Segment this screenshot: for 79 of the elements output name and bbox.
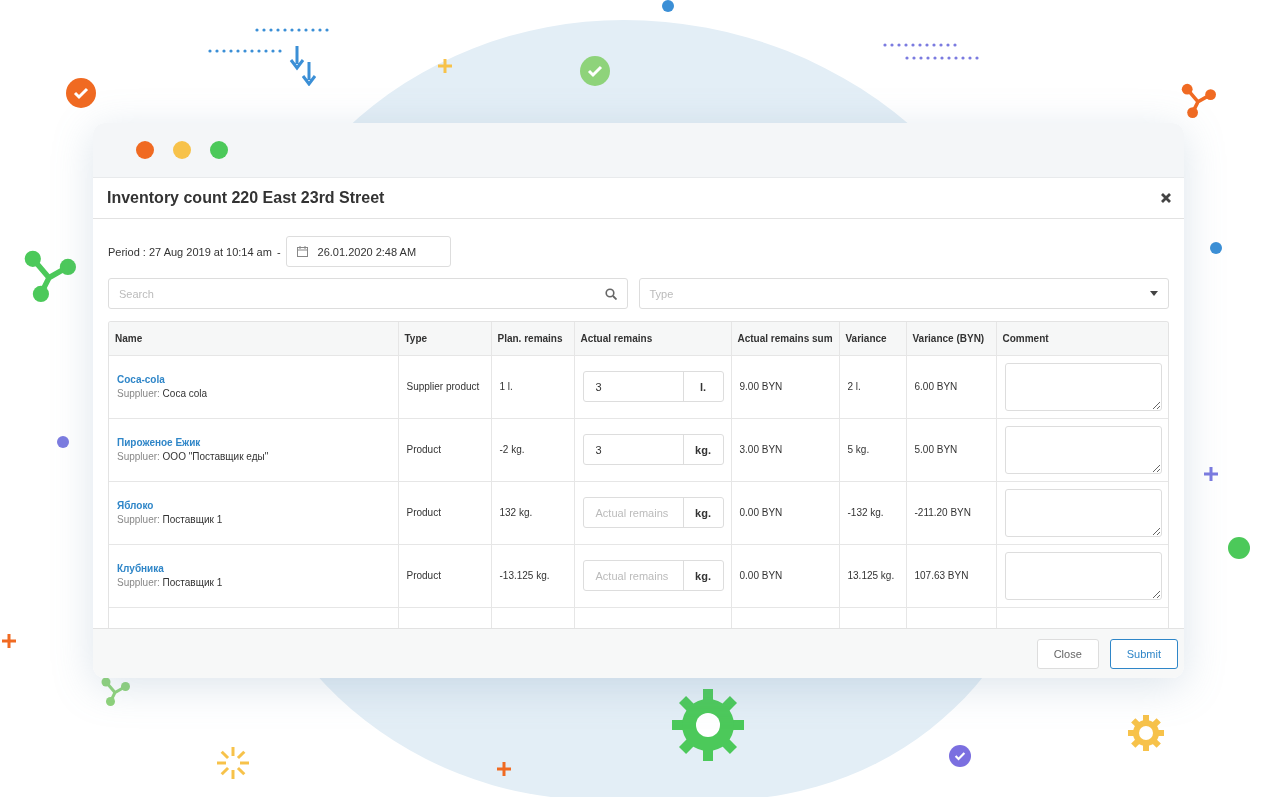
type-text: Product xyxy=(406,570,441,581)
column-header: Type xyxy=(398,322,491,355)
period-label: Period : 27 Aug 2019 at 10:14 am xyxy=(108,245,272,258)
product-link[interactable]: Пироженое Ежик xyxy=(117,437,390,448)
sum-text: 9.00 BYN xyxy=(739,381,783,392)
supplier-text: Suppluer: Поставщик 1 xyxy=(117,577,224,588)
comment-field[interactable] xyxy=(1004,488,1162,537)
minimize-window-button[interactable] xyxy=(173,141,191,159)
variance-text: 5 kg. xyxy=(847,444,870,455)
actual-remains-input[interactable]: Actual remains kg. xyxy=(582,497,724,528)
dot-icon xyxy=(1210,242,1222,254)
column-header: Name xyxy=(109,322,398,355)
column-header: Actual remains sum xyxy=(731,322,839,355)
plus-icon xyxy=(437,58,453,74)
plan-remains-text: 132 kg. xyxy=(499,507,533,518)
plus-icon xyxy=(1,633,17,649)
product-link[interactable]: Coca-cola xyxy=(117,374,390,385)
connected-nodes-icon xyxy=(22,248,76,302)
column-header: Actual remains xyxy=(574,322,731,355)
unit-label: l. xyxy=(698,379,708,395)
actual-remains-input[interactable]: Actual remains kg. xyxy=(582,560,724,591)
close-window-button[interactable] xyxy=(136,141,154,159)
submit-button[interactable]: Submit xyxy=(1109,638,1178,669)
dialog-title: Inventory count 220 East 23rd Street xyxy=(107,189,385,207)
plan-remains-text: -2 kg. xyxy=(499,444,525,455)
variance-text: 2 l. xyxy=(847,381,861,392)
plan-remains-text: 1 l. xyxy=(499,381,513,392)
connected-nodes-icon xyxy=(100,676,130,706)
plan-remains-text: -13.125 kg. xyxy=(499,570,550,581)
variance-byn-text: 5.00 BYN xyxy=(914,444,958,455)
search-icon xyxy=(604,287,617,300)
product-link[interactable]: Клубника xyxy=(117,563,390,574)
type-text: Product xyxy=(406,444,441,455)
unit-label: kg. xyxy=(694,442,712,458)
unit-label: kg. xyxy=(694,568,712,584)
sum-text: 3.00 BYN xyxy=(739,444,783,455)
sum-text: 0.00 BYN xyxy=(739,507,783,518)
dot-icon xyxy=(662,0,674,12)
comment-field[interactable] xyxy=(1004,425,1162,474)
connected-nodes-icon xyxy=(1180,82,1216,118)
plus-icon xyxy=(496,761,512,777)
type-text: Product xyxy=(406,507,441,518)
comment-field[interactable] xyxy=(1004,362,1162,411)
sparkle-icon xyxy=(215,745,251,781)
column-header: Variance (BYN) xyxy=(906,322,996,355)
product-link[interactable]: Яблоко xyxy=(117,500,390,511)
dot-icon xyxy=(1228,537,1250,559)
variance-text: -132 kg. xyxy=(847,507,884,518)
period-separator: - xyxy=(276,245,281,258)
calendar-icon xyxy=(296,246,308,257)
column-header: Plan. remains xyxy=(491,322,574,355)
maximize-window-button[interactable] xyxy=(210,141,228,159)
unit-label: kg. xyxy=(694,505,712,521)
type-text: Supplier product xyxy=(406,381,480,392)
supplier-text: Suppluer: ООО "Поставщик еды" xyxy=(117,451,270,462)
plus-icon xyxy=(1203,466,1219,482)
sum-text: 0.00 BYN xyxy=(739,570,783,581)
close-button[interactable]: Close xyxy=(1036,638,1099,669)
column-header: Comment xyxy=(996,322,1168,355)
variance-byn-text: -211.20 BYN xyxy=(914,507,971,518)
gear-icon xyxy=(672,689,744,761)
date-field[interactable]: 26.01.2020 2:48 AM xyxy=(285,236,451,267)
dot-icon xyxy=(57,436,69,448)
supplier-text: Suppluer: Coca cola xyxy=(117,388,209,399)
variance-byn-text: 107.63 BYN xyxy=(914,570,969,581)
variance-byn-text: 6.00 BYN xyxy=(914,381,958,392)
actual-remains-input[interactable]: 3 kg. xyxy=(582,434,724,465)
actual-remains-input[interactable]: 3 l. xyxy=(582,371,724,402)
check-circle-icon xyxy=(66,78,96,108)
down-arrows-icon xyxy=(289,46,317,86)
check-circle-icon xyxy=(949,745,971,767)
check-circle-icon xyxy=(580,56,610,86)
comment-field[interactable] xyxy=(1004,551,1162,600)
gear-icon xyxy=(1128,715,1164,751)
variance-text: 13.125 kg. xyxy=(847,570,895,581)
column-header: Variance xyxy=(839,322,906,355)
caret-icon xyxy=(1150,291,1158,296)
supplier-text: Suppluer: Поставщик 1 xyxy=(117,514,224,525)
close-icon[interactable] xyxy=(1160,192,1172,204)
